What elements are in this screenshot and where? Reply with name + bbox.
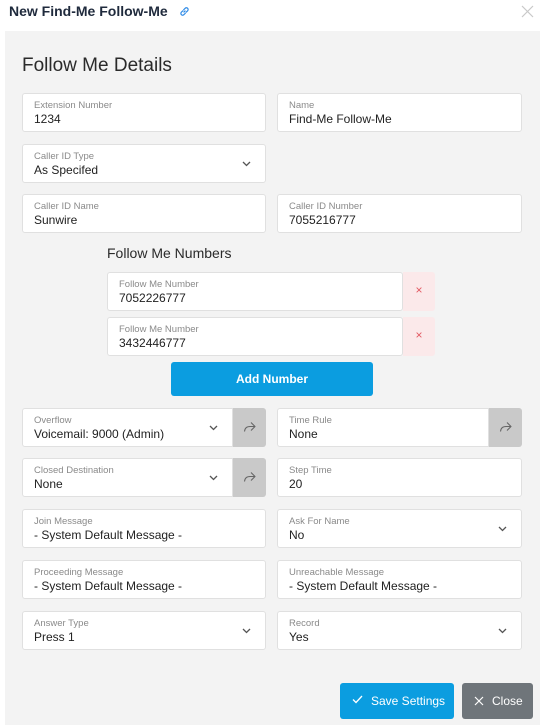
field-label: Extension Number xyxy=(34,100,113,111)
chevron-down-icon xyxy=(209,425,218,431)
field-value: Find-Me Follow-Me xyxy=(289,112,392,126)
field-label: Name xyxy=(289,100,315,111)
closed-destination-goto-button[interactable] xyxy=(233,458,266,497)
proceeding-message-field[interactable]: Proceeding Message - System Default Mess… xyxy=(22,560,266,599)
dialog-title: New Find-Me Follow-Me xyxy=(9,3,168,19)
save-label: Save Settings xyxy=(371,694,446,708)
dialog-header: New Find-Me Follow-Me xyxy=(0,0,543,28)
field-label: Caller ID Type xyxy=(34,151,95,162)
field-value: 7052226777 xyxy=(119,291,186,305)
field-value: 7055216777 xyxy=(289,213,356,227)
field-label: Follow Me Number xyxy=(119,279,199,290)
forward-arrow-icon xyxy=(243,472,256,482)
chevron-down-icon xyxy=(242,628,251,634)
field-value: 3432446777 xyxy=(119,336,186,350)
chevron-down-icon xyxy=(498,526,507,532)
overflow-select[interactable]: Overflow Voicemail: 9000 (Admin) xyxy=(22,408,233,447)
field-label: Closed Destination xyxy=(34,465,114,476)
time-rule-select[interactable]: Time Rule None xyxy=(277,408,489,447)
field-value: As Specifed xyxy=(34,163,99,177)
step-time-field[interactable]: Step Time 20 xyxy=(277,458,522,497)
field-label: Unreachable Message xyxy=(289,567,385,578)
chevron-down-icon xyxy=(498,628,507,634)
field-value: Voicemail: 9000 (Admin) xyxy=(34,427,165,441)
follow-me-number-field[interactable]: Follow Me Number 7052226777 xyxy=(107,272,403,311)
link-icon[interactable] xyxy=(179,6,190,17)
field-label: Time Rule xyxy=(289,415,332,426)
remove-icon: × xyxy=(415,283,423,297)
field-label: Caller ID Number xyxy=(289,201,363,212)
answer-type-select[interactable]: Answer Type Press 1 xyxy=(22,611,266,650)
time-rule-goto-button[interactable] xyxy=(489,408,522,447)
join-message-field[interactable]: Join Message - System Default Message - xyxy=(22,509,266,548)
caller-id-type-select[interactable]: Caller ID Type As Specifed xyxy=(22,144,266,183)
field-label: Caller ID Name xyxy=(34,201,99,212)
field-value: None xyxy=(289,427,318,441)
remove-number-button[interactable]: × xyxy=(403,317,435,356)
field-value: Press 1 xyxy=(34,630,75,644)
field-label: Record xyxy=(289,618,320,629)
chevron-down-icon xyxy=(242,161,251,167)
section-title: Follow Me Details xyxy=(22,55,172,76)
field-label: Follow Me Number xyxy=(119,324,199,335)
caller-id-name-field[interactable]: Caller ID Name Sunwire xyxy=(22,194,266,233)
overflow-goto-button[interactable] xyxy=(233,408,266,447)
save-settings-button[interactable]: Save Settings xyxy=(340,683,454,719)
field-value: No xyxy=(289,528,305,542)
close-icon xyxy=(474,696,484,706)
checkmark-icon xyxy=(352,695,363,704)
field-label: Step Time xyxy=(289,465,332,476)
caller-id-number-field[interactable]: Caller ID Number 7055216777 xyxy=(277,194,522,233)
close-icon[interactable] xyxy=(521,5,534,18)
ask-for-name-select[interactable]: Ask For Name No xyxy=(277,509,522,548)
closed-destination-select[interactable]: Closed Destination None xyxy=(22,458,233,497)
add-number-button[interactable]: Add Number xyxy=(171,362,373,396)
follow-me-numbers-title: Follow Me Numbers xyxy=(107,245,232,261)
field-label: Ask For Name xyxy=(289,516,350,527)
field-value: - System Default Message - xyxy=(289,579,438,593)
field-label: Proceeding Message xyxy=(34,567,124,578)
field-value: None xyxy=(34,477,63,491)
field-value: Sunwire xyxy=(34,213,78,227)
unreachable-message-field[interactable]: Unreachable Message - System Default Mes… xyxy=(277,560,522,599)
field-value: 1234 xyxy=(34,112,61,126)
field-label: Join Message xyxy=(34,516,93,527)
field-label: Overflow xyxy=(34,415,72,426)
forward-arrow-icon xyxy=(243,422,256,432)
forward-arrow-icon xyxy=(499,422,512,432)
close-label: Close xyxy=(492,694,523,708)
field-value: 20 xyxy=(289,477,303,491)
remove-number-button[interactable]: × xyxy=(403,272,435,311)
close-button[interactable]: Close xyxy=(462,683,533,719)
remove-icon: × xyxy=(415,328,423,342)
field-value: - System Default Message - xyxy=(34,579,183,593)
chevron-down-icon xyxy=(209,475,218,481)
follow-me-number-field[interactable]: Follow Me Number 3432446777 xyxy=(107,317,403,356)
field-value: Yes xyxy=(289,630,309,644)
field-label: Answer Type xyxy=(34,618,89,629)
field-value: - System Default Message - xyxy=(34,528,183,542)
record-select[interactable]: Record Yes xyxy=(277,611,522,650)
name-field[interactable]: Name Find-Me Follow-Me xyxy=(277,93,522,132)
extension-number-field[interactable]: Extension Number 1234 xyxy=(22,93,266,132)
